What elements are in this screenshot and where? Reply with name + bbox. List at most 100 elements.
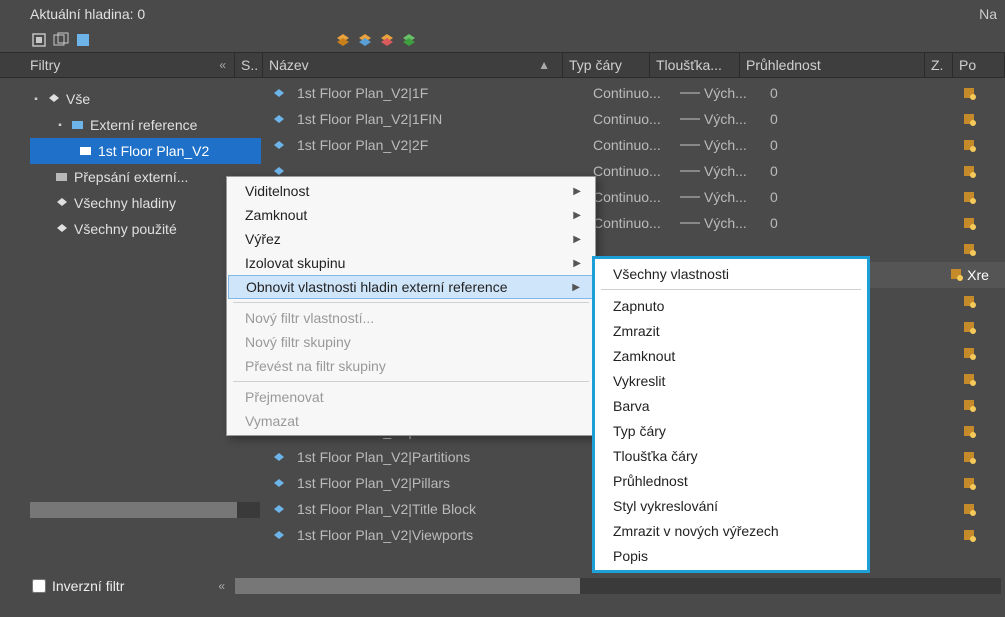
layers-stack1-icon[interactable] bbox=[334, 31, 352, 49]
cm-plotstyle[interactable]: Styl vykreslování bbox=[595, 493, 867, 518]
layer-extra-cell[interactable] bbox=[955, 346, 983, 360]
scrollbar-thumb[interactable] bbox=[235, 578, 580, 594]
cm-lock[interactable]: Zamknout▶ bbox=[227, 203, 595, 227]
layer-extra-cell[interactable] bbox=[955, 476, 983, 490]
bottom-scrollbar[interactable] bbox=[235, 578, 1001, 594]
layer-lineweight-cell[interactable]: Vých... bbox=[680, 163, 770, 179]
invert-filter-checkbox[interactable]: Inverzní filtr « bbox=[0, 578, 235, 594]
tree-root-all[interactable]: ▪ Vše bbox=[30, 86, 261, 112]
layer-extra-cell[interactable] bbox=[955, 216, 983, 230]
layer-extra-cell[interactable] bbox=[955, 86, 983, 100]
col-lineweight[interactable]: Tloušťka... bbox=[650, 53, 740, 77]
layer-extra-cell[interactable] bbox=[955, 424, 983, 438]
layer-lineweight-cell[interactable]: Vých... bbox=[680, 137, 770, 153]
cm-all-props[interactable]: Všechny vlastnosti bbox=[595, 261, 867, 286]
layer-transparency-cell[interactable]: 0 bbox=[770, 85, 955, 101]
col-z[interactable]: Z. bbox=[925, 53, 953, 77]
layer-transparency-cell[interactable]: 0 bbox=[770, 163, 955, 179]
cm-newvpfreeze[interactable]: Zmrazit v nových výřezech bbox=[595, 518, 867, 543]
cm-lock2[interactable]: Zamknout bbox=[595, 343, 867, 368]
layer-extra-cell[interactable] bbox=[955, 138, 983, 152]
col-linetype[interactable]: Typ čáry bbox=[563, 53, 650, 77]
layer-extra-cell[interactable]: Xre bbox=[955, 267, 983, 283]
layer-extra-cell[interactable] bbox=[955, 164, 983, 178]
layer-name-cell[interactable]: 1st Floor Plan_V2|1F bbox=[293, 85, 593, 101]
col-name[interactable]: Název ▲ bbox=[263, 53, 563, 77]
layer-linetype-cell[interactable]: Continuo... bbox=[593, 163, 680, 179]
menu-separator bbox=[601, 289, 861, 290]
cm-isolate[interactable]: Izolovat skupinu▶ bbox=[227, 251, 595, 275]
scrollbar-thumb[interactable] bbox=[30, 502, 237, 518]
cm-viewport[interactable]: Výřez▶ bbox=[227, 227, 595, 251]
cm-visibility[interactable]: Viditelnost▶ bbox=[227, 179, 595, 203]
layer-extra-cell[interactable] bbox=[955, 320, 983, 334]
invert-filter-input[interactable] bbox=[32, 579, 46, 593]
layer-extra-cell[interactable] bbox=[955, 398, 983, 412]
sort-asc-icon[interactable]: ▲ bbox=[538, 58, 550, 72]
layer-transparency-cell[interactable]: 0 bbox=[770, 137, 955, 153]
cm-reset-xref[interactable]: Obnovit vlastnosti hladin externí refere… bbox=[228, 275, 594, 299]
layers-stack4-icon[interactable] bbox=[400, 31, 418, 49]
layer-row[interactable]: 1st Floor Plan_V2|2FContinuo...Vých...0 bbox=[265, 132, 1005, 158]
layer-transparency-cell[interactable]: 0 bbox=[770, 111, 955, 127]
layer-extra-cell[interactable] bbox=[955, 528, 983, 542]
layer-extra-icon bbox=[962, 502, 976, 516]
layer-extra-cell[interactable] bbox=[955, 450, 983, 464]
cm-description[interactable]: Popis bbox=[595, 543, 867, 568]
col-po[interactable]: Po bbox=[953, 53, 1005, 77]
col-transparency[interactable]: Průhlednost bbox=[740, 53, 925, 77]
layer-name-cell[interactable]: 1st Floor Plan_V2|1FIN bbox=[293, 111, 593, 127]
tree-file-selected[interactable]: 1st Floor Plan_V2 bbox=[30, 138, 261, 164]
layer-state-icon[interactable] bbox=[74, 31, 92, 49]
layer-extra-cell[interactable] bbox=[955, 112, 983, 126]
context-submenu-reset[interactable]: Všechny vlastnosti Zapnuto Zmrazit Zamkn… bbox=[595, 259, 867, 570]
layer-lineweight-cell[interactable]: Vých... bbox=[680, 189, 770, 205]
filters-header[interactable]: Filtry « bbox=[0, 53, 235, 77]
expander-icon[interactable]: ▪ bbox=[54, 119, 66, 131]
cm-color[interactable]: Barva bbox=[595, 393, 867, 418]
cm-freeze[interactable]: Zmrazit bbox=[595, 318, 867, 343]
cm-lineweight[interactable]: Tloušťka čáry bbox=[595, 443, 867, 468]
layer-linetype-cell[interactable]: Continuo... bbox=[593, 137, 680, 153]
new-filter-icon[interactable] bbox=[30, 31, 48, 49]
layer-linetype-cell[interactable]: Continuo... bbox=[593, 189, 680, 205]
layer-extra-cell[interactable] bbox=[955, 242, 983, 256]
layer-extra-cell[interactable] bbox=[955, 372, 983, 386]
cm-linetype[interactable]: Typ čáry bbox=[595, 418, 867, 443]
layer-linetype-cell[interactable]: Continuo... bbox=[593, 85, 680, 101]
left-scrollbar[interactable] bbox=[30, 502, 260, 518]
context-menu-main[interactable]: Viditelnost▶ Zamknout▶ Výřez▶ Izolovat s… bbox=[226, 176, 596, 436]
layer-row[interactable]: 1st Floor Plan_V2|1FContinuo...Vých...0 bbox=[265, 80, 1005, 106]
layers-stack3-icon[interactable] bbox=[378, 31, 396, 49]
layers-stack2-icon[interactable] bbox=[356, 31, 374, 49]
layer-extra-cell[interactable] bbox=[955, 190, 983, 204]
layer-lineweight-cell[interactable]: Vých... bbox=[680, 215, 770, 231]
expander-icon[interactable]: ▪ bbox=[30, 93, 42, 105]
layer-extra-cell[interactable] bbox=[955, 502, 983, 516]
layer-name-cell[interactable]: 1st Floor Plan_V2|Title Block bbox=[293, 501, 593, 517]
cm-transparency[interactable]: Průhlednost bbox=[595, 468, 867, 493]
col-status[interactable]: S.. bbox=[235, 53, 263, 77]
cm-plot[interactable]: Vykreslit bbox=[595, 368, 867, 393]
layer-linetype-cell[interactable]: Continuo... bbox=[593, 111, 680, 127]
layer-name-cell[interactable]: 1st Floor Plan_V2|Partitions bbox=[293, 449, 593, 465]
collapse-left-icon[interactable]: « bbox=[219, 58, 226, 72]
layer-name-cell[interactable]: 1st Floor Plan_V2|Pillars bbox=[293, 475, 593, 491]
layer-lineweight-cell[interactable]: Vých... bbox=[680, 111, 770, 127]
layer-linetype-cell[interactable]: Continuo... bbox=[593, 215, 680, 231]
layer-extra-cell[interactable] bbox=[955, 294, 983, 308]
cm-all-props-label: Všechny vlastnosti bbox=[613, 266, 729, 282]
layer-name-label: 1st Floor Plan_V2|Partitions bbox=[297, 449, 470, 465]
cm-on[interactable]: Zapnuto bbox=[595, 293, 867, 318]
layer-transparency-cell[interactable]: 0 bbox=[770, 189, 955, 205]
new-group-filter-icon[interactable] bbox=[52, 31, 70, 49]
collapse-bottom-icon[interactable]: « bbox=[218, 579, 225, 593]
layer-name-cell[interactable]: 1st Floor Plan_V2|Viewports bbox=[293, 527, 593, 543]
layer-name-cell[interactable]: 1st Floor Plan_V2|2F bbox=[293, 137, 593, 153]
layer-transparency-cell[interactable]: 0 bbox=[770, 215, 955, 231]
layer-lineweight-cell[interactable]: Vých... bbox=[680, 85, 770, 101]
layer-row[interactable]: 1st Floor Plan_V2|1FINContinuo...Vých...… bbox=[265, 106, 1005, 132]
submenu-arrow-icon: ▶ bbox=[573, 258, 581, 269]
tree-external-refs[interactable]: ▪ Externí reference bbox=[30, 112, 261, 138]
submenu-arrow-icon: ▶ bbox=[572, 282, 580, 293]
